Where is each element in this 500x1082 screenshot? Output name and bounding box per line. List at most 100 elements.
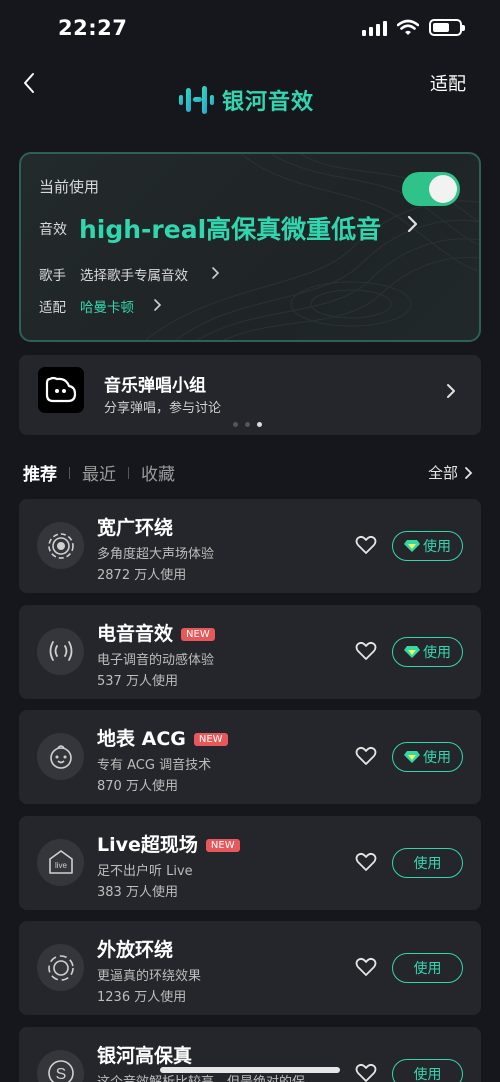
chevron-right-icon[interactable] bbox=[153, 297, 163, 313]
logo-text: 银河音效 bbox=[222, 90, 315, 115]
effect-title: 外放环绕 bbox=[97, 939, 174, 961]
use-button[interactable]: 使用 bbox=[392, 1058, 463, 1082]
chevron-right-icon[interactable] bbox=[445, 381, 457, 401]
effect-user-count: 2872 万人使用 bbox=[97, 568, 187, 583]
live-house-icon: live bbox=[37, 838, 84, 886]
effect-card[interactable]: 地表 ACG NEW 专有 ACG 调音技术 870 万人使用 使用 bbox=[19, 710, 481, 804]
heart-icon[interactable] bbox=[355, 641, 377, 661]
hifi-s-icon: S bbox=[37, 1049, 84, 1082]
use-button[interactable]: 使用 bbox=[392, 953, 463, 983]
chevron-left-icon bbox=[24, 73, 34, 93]
sound-waves-icon bbox=[37, 627, 84, 675]
diamond-icon bbox=[404, 645, 420, 658]
tab-recent[interactable]: 最近 bbox=[82, 460, 116, 485]
tab-divider bbox=[69, 466, 70, 479]
heart-icon[interactable] bbox=[355, 852, 377, 872]
carousel-dots bbox=[233, 422, 262, 427]
effect-card[interactable]: 电音音效 NEW 电子调音的动感体验 537 万人使用 使用 bbox=[19, 604, 481, 699]
category-tabs: 推荐 最近 收藏 bbox=[23, 460, 175, 485]
fit-label: 适配 bbox=[39, 300, 66, 316]
app-logo: 银河音效 bbox=[178, 84, 314, 116]
home-indicator[interactable] bbox=[160, 1067, 340, 1073]
tab-divider bbox=[128, 466, 129, 479]
use-label: 使用 bbox=[423, 750, 451, 766]
effect-card[interactable]: 宽广环绕 多角度超大声场体验 2872 万人使用 使用 bbox=[19, 499, 481, 593]
heart-icon[interactable] bbox=[355, 746, 377, 766]
battery-icon bbox=[429, 19, 465, 36]
effect-card[interactable]: live Live超现场 NEW 足不出户听 Live 383 万人使用 使用 bbox=[19, 815, 481, 910]
effect-description: 电子调音的动感体验 bbox=[97, 652, 215, 668]
effect-title: 银河高保真 bbox=[97, 1044, 193, 1067]
chevron-right-icon bbox=[465, 466, 473, 479]
effect-description: 更逼真的环绕效果 bbox=[97, 969, 202, 984]
back-button[interactable] bbox=[14, 68, 44, 98]
carousel-dot[interactable] bbox=[233, 422, 238, 427]
effect-description: 足不出户听 Live bbox=[97, 863, 193, 879]
effect-card[interactable]: S 银河高保真 这个音效解析比较高，但是绝对的保… 使用 bbox=[19, 1026, 481, 1082]
effect-list: 宽广环绕 多角度超大声场体验 2872 万人使用 使用 电音音效 NEW 电子调音… bbox=[19, 499, 481, 1082]
nav-bar: 银河音效 适配 bbox=[0, 60, 500, 140]
status-icons bbox=[362, 19, 465, 36]
carousel-dot[interactable] bbox=[245, 422, 250, 427]
use-button[interactable]: 使用 bbox=[392, 847, 463, 878]
heart-icon[interactable] bbox=[355, 535, 377, 555]
effect-toggle[interactable] bbox=[402, 172, 460, 206]
current-effect-value[interactable]: high-real高保真微重低音 bbox=[79, 210, 381, 246]
status-time: 22:27 bbox=[58, 16, 128, 40]
chevron-right-icon[interactable] bbox=[211, 265, 221, 281]
view-all-label: 全部 bbox=[427, 464, 458, 482]
surround-icon bbox=[37, 522, 84, 569]
singer-label: 歌手 bbox=[39, 268, 66, 284]
effect-user-count: 1236 万人使用 bbox=[97, 990, 187, 1005]
cellular-signal-icon bbox=[362, 19, 387, 36]
chevron-right-icon[interactable] bbox=[406, 212, 420, 236]
tab-favorites[interactable]: 收藏 bbox=[141, 460, 175, 485]
use-label: 使用 bbox=[423, 644, 451, 661]
effect-title: 地表 ACG NEW bbox=[97, 724, 228, 751]
use-button[interactable]: 使用 bbox=[392, 531, 463, 561]
effect-label: 音效 bbox=[39, 222, 67, 238]
new-badge: NEW bbox=[193, 733, 228, 746]
effect-user-count: 870 万人使用 bbox=[97, 779, 178, 794]
adapt-button[interactable]: 适配 bbox=[430, 70, 466, 96]
wifi-icon bbox=[397, 19, 419, 35]
current-use-label: 当前使用 bbox=[39, 178, 100, 196]
chat-bubble-face-icon bbox=[38, 367, 84, 413]
use-label: 使用 bbox=[423, 539, 451, 555]
carousel-dot-active[interactable] bbox=[257, 422, 262, 427]
new-badge: NEW bbox=[181, 627, 215, 641]
effect-title: Live超现场 NEW bbox=[97, 830, 240, 857]
tab-recommend[interactable]: 推荐 bbox=[23, 460, 57, 485]
use-label: 使用 bbox=[413, 855, 442, 872]
anime-face-icon bbox=[37, 733, 84, 780]
diamond-icon bbox=[404, 540, 420, 552]
diamond-icon bbox=[404, 751, 420, 763]
fit-device-link[interactable]: 哈曼卡顿 bbox=[80, 296, 134, 316]
use-label: 使用 bbox=[413, 961, 442, 977]
status-bar: 22:27 bbox=[0, 0, 500, 60]
effect-card[interactable]: 外放环绕 更逼真的环绕效果 1236 万人使用 使用 bbox=[19, 921, 481, 1015]
effect-title: 电音音效 NEW bbox=[97, 619, 215, 646]
sound-bars-icon bbox=[179, 86, 214, 114]
use-label: 使用 bbox=[413, 1066, 442, 1082]
new-badge: NEW bbox=[205, 838, 240, 852]
banner-title: 音乐弹唱小组 bbox=[104, 376, 206, 396]
svg-text:S: S bbox=[55, 1066, 66, 1082]
effect-title: 宽广环绕 bbox=[97, 517, 174, 539]
view-all-button[interactable]: 全部 bbox=[428, 462, 474, 483]
effect-user-count: 383 万人使用 bbox=[97, 884, 178, 900]
effect-description: 多角度超大声场体验 bbox=[97, 547, 215, 562]
use-button[interactable]: 使用 bbox=[392, 636, 463, 667]
use-button[interactable]: 使用 bbox=[392, 742, 463, 772]
speaker-surround-icon bbox=[37, 944, 84, 991]
banner-subtitle: 分享弹唱，参与讨论 bbox=[104, 401, 222, 416]
current-effect-card: 当前使用 音效 high-real高保真微重低音 歌手 选择歌手专属音效 适配 … bbox=[19, 152, 481, 342]
effect-user-count: 537 万人使用 bbox=[97, 673, 178, 689]
toggle-knob bbox=[429, 175, 457, 203]
heart-icon[interactable] bbox=[355, 957, 377, 977]
promo-banner[interactable]: 音乐弹唱小组 分享弹唱，参与讨论 bbox=[19, 355, 481, 435]
singer-select-link[interactable]: 选择歌手专属音效 bbox=[80, 264, 188, 284]
svg-text:live: live bbox=[54, 861, 67, 870]
heart-icon[interactable] bbox=[355, 1063, 377, 1082]
effect-description: 专有 ACG 调音技术 bbox=[97, 758, 212, 773]
